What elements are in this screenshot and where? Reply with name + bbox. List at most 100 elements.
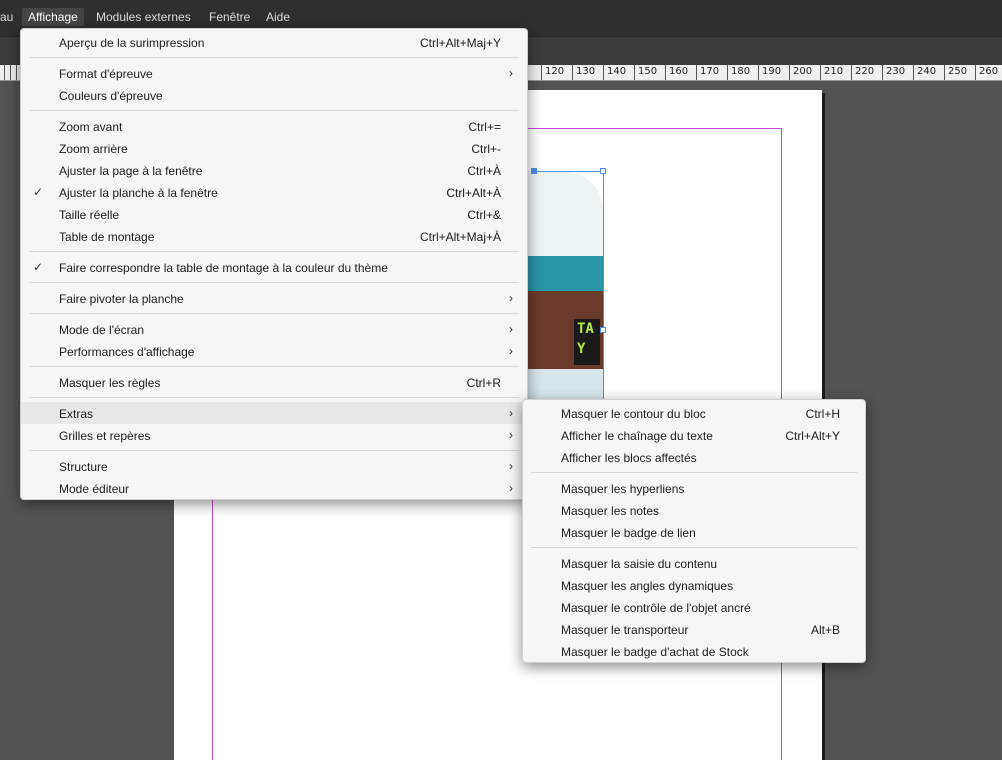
ruler-tick [820,65,821,80]
menu-item-label: Ajuster la planche à la fenêtre [59,186,218,200]
placed-image[interactable]: TA Y [527,171,603,401]
chevron-right-icon: › [509,66,513,80]
menu-item-label: Taille réelle [59,208,120,222]
menu-separator [29,110,519,111]
ruler-label: 210 [824,66,844,77]
image-sign: TA Y [574,319,600,365]
ruler-label: 130 [576,66,596,77]
menu-item-format-epreuve[interactable]: Format d'épreuve › [21,62,527,84]
menu-item-label: Faire pivoter la planche [59,292,184,306]
menu-item-grilles-reperes[interactable]: Grilles et repères › [21,424,527,446]
submenu-item-hyperliens[interactable]: Masquer les hyperliens [523,477,865,499]
menu-item-label: Zoom arrière [59,142,128,156]
image-foam [527,369,603,401]
submenu-item-contour-bloc[interactable]: Masquer le contour du bloc Ctrl+H [523,402,865,424]
submenu-item-objet-ancre[interactable]: Masquer le contrôle de l'objet ancré [523,596,865,618]
submenu-item-notes[interactable]: Masquer les notes [523,499,865,521]
menu-item-shortcut: Ctrl+Alt+À [446,186,501,200]
menu-item-label: Masquer les hyperliens [561,482,685,496]
chevron-right-icon: › [509,344,513,358]
ruler-tick [913,65,914,80]
menu-item-extras[interactable]: Extras › [21,402,527,424]
ruler-tick [882,65,883,80]
menu-item-shortcut: Ctrl+& [467,208,501,222]
submenu-item-chainage-texte[interactable]: Afficher le chaînage du texte Ctrl+Alt+Y [523,424,865,446]
chevron-right-icon: › [509,459,513,473]
ruler-tick [10,65,11,80]
menu-item-couleur-theme[interactable]: ✓ Faire correspondre la table de montage… [21,256,527,278]
menu-item-shortcut: Ctrl+Alt+Maj+À [419,230,501,244]
submenu-item-angles-dynamiques[interactable]: Masquer les angles dynamiques [523,574,865,596]
submenu-item-transporteur[interactable]: Masquer le transporteur Alt+B [523,618,865,640]
ruler-tick [944,65,945,80]
menu-item-shortcut: Ctrl+- [471,142,501,156]
ruler-tick [541,65,542,80]
submenu-item-blocs-affectes[interactable]: Afficher les blocs affectés [523,446,865,468]
checkmark-icon: ✓ [33,185,44,199]
menu-item-table-montage[interactable]: Table de montage Ctrl+Alt+Maj+À [21,225,527,247]
menu-item-label: Grilles et repères [59,429,151,443]
menu-item-shortcut: Ctrl+= [468,120,501,134]
menu-item-shortcut: Alt+B [810,623,840,637]
menu-item-label: Aperçu de la surimpression [59,36,205,50]
menu-item-label: Couleurs d'épreuve [59,89,163,103]
image-sky [527,171,603,261]
menu-item-zoom-avant[interactable]: Zoom avant Ctrl+= [21,115,527,137]
frame-handle-top-left[interactable] [531,168,537,174]
ruler-tick [665,65,666,80]
chevron-right-icon: › [509,481,513,495]
ruler-label: 180 [731,66,751,77]
ruler-tick [16,65,17,80]
menu-item-label: Mode de l'écran [59,323,145,337]
ruler-tick [727,65,728,80]
menu-fenetre[interactable]: Fenêtre [209,10,250,24]
menu-item-label: Masquer le badge de lien [561,526,696,540]
menu-item-shortcut: Ctrl+À [467,164,501,178]
ruler-label: 200 [793,66,813,77]
menu-item-structure[interactable]: Structure › [21,455,527,477]
menu-item-masquer-regles[interactable]: Masquer les règles Ctrl+R [21,371,527,393]
menu-item-label: Masquer les angles dynamiques [561,579,734,593]
frame-edge-right [603,171,604,401]
menu-item-zoom-arriere[interactable]: Zoom arrière Ctrl+- [21,137,527,159]
ruler-label: 150 [638,66,658,77]
menu-item-performances[interactable]: Performances d'affichage › [21,340,527,362]
frame-handle-middle-right[interactable] [600,327,606,333]
menu-separator [29,251,519,252]
menu-item-label: Format d'épreuve [59,67,153,81]
submenu-item-saisie-contenu[interactable]: Masquer la saisie du contenu [523,552,865,574]
ruler-label: 230 [886,66,906,77]
menu-item-couleurs-epreuve[interactable]: Couleurs d'épreuve [21,84,527,106]
menu-item-pivoter-planche[interactable]: Faire pivoter la planche › [21,287,527,309]
menu-item-ajuster-page[interactable]: Ajuster la page à la fenêtre Ctrl+À [21,159,527,181]
menu-separator [29,313,519,314]
menu-item-apercu-surimpression[interactable]: Aperçu de la surimpression Ctrl+Alt+Maj+… [21,31,527,53]
submenu-item-badge-stock[interactable]: Masquer le badge d'achat de Stock [523,640,865,662]
frame-handle-top-right[interactable] [600,168,606,174]
menu-item-label: Masquer le badge d'achat de Stock [561,645,749,659]
menu-item-label: Masquer le transporteur [561,623,689,637]
menu-item-label: Masquer les règles [59,376,161,390]
menu-item-shortcut: Ctrl+Alt+Y [785,429,840,443]
ruler-tick [572,65,573,80]
chevron-right-icon: › [509,291,513,305]
menu-affichage[interactable]: Affichage [22,8,84,26]
menu-modules-externes[interactable]: Modules externes [96,10,191,24]
menu-item-shortcut: Ctrl+R [466,376,501,390]
submenu-item-badge-lien[interactable]: Masquer le badge de lien [523,521,865,543]
menu-separator [29,397,519,398]
ruler-tick [758,65,759,80]
menu-item-label: Masquer la saisie du contenu [561,557,718,571]
menu-item-mode-editeur[interactable]: Mode éditeur › [21,477,527,499]
menu-item-taille-reelle[interactable]: Taille réelle Ctrl+& [21,203,527,225]
menu-tableau[interactable]: au [0,10,13,24]
ruler-label: 160 [669,66,689,77]
menu-item-mode-ecran[interactable]: Mode de l'écran › [21,318,527,340]
menu-aide[interactable]: Aide [266,10,290,24]
menu-item-ajuster-planche[interactable]: ✓ Ajuster la planche à la fenêtre Ctrl+A… [21,181,527,203]
image-wave [527,256,603,296]
menu-item-label: Table de montage [59,230,155,244]
menu-item-shortcut: Ctrl+H [805,407,840,421]
ruler-tick [634,65,635,80]
ruler-tick [789,65,790,80]
